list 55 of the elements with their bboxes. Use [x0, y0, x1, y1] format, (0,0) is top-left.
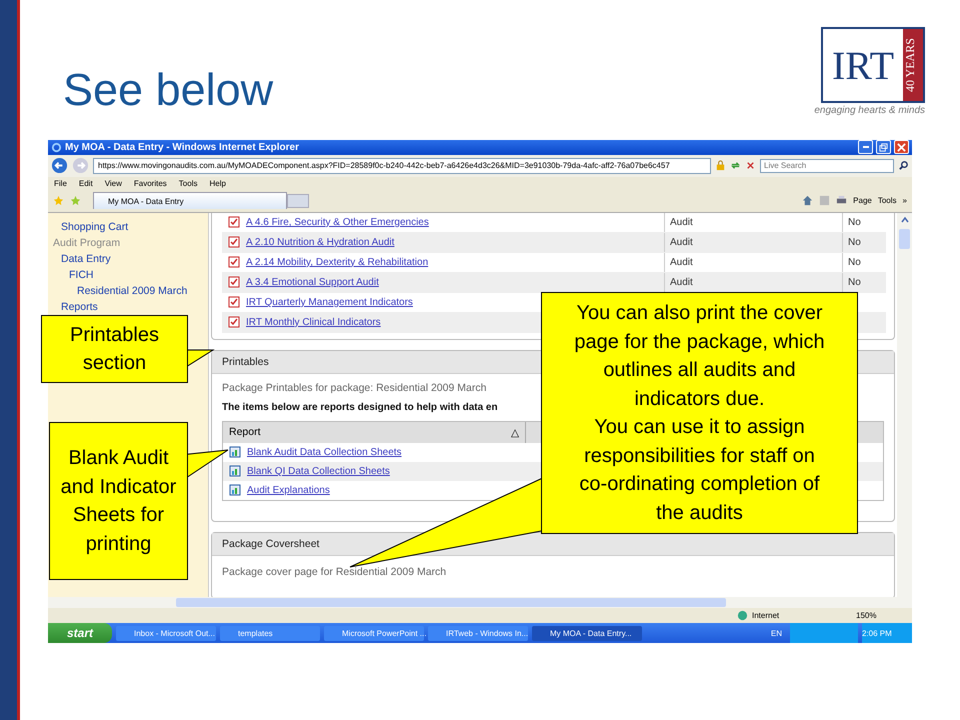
audit-link[interactable]: IRT Quarterly Management Indicators: [246, 296, 413, 308]
menu-item[interactable]: Favorites: [134, 178, 167, 188]
taskbar-button[interactable]: My MOA - Data Entry...: [532, 626, 642, 640]
report-link[interactable]: Audit Explanations: [247, 484, 330, 496]
taskbar-button[interactable]: templates: [220, 626, 320, 640]
menu-item[interactable]: Help: [209, 178, 226, 188]
audit-link[interactable]: A 2.10 Nutrition & Hydration Audit: [246, 236, 394, 248]
table-cell: Audit: [670, 216, 693, 228]
sidebar-link[interactable]: Data Entry: [48, 252, 208, 266]
table-cell: No: [848, 256, 861, 268]
toolbar-button[interactable]: »: [902, 196, 907, 206]
logo-tagline: engaging hearts & minds: [814, 105, 925, 116]
sidebar-link[interactable]: Reports: [48, 300, 208, 314]
sidebar-link[interactable]: Residential 2009 March: [48, 284, 208, 298]
table-cell: No: [848, 236, 861, 248]
toolbar-button[interactable]: Tools: [878, 196, 897, 206]
sidebar-heading: Audit Program: [52, 236, 122, 250]
sidebar-link[interactable]: FICH: [48, 268, 208, 282]
clock: 2:06 PM: [862, 623, 912, 643]
table-cell: No: [848, 276, 861, 288]
table-cell: Audit: [670, 236, 693, 248]
taskbar-button[interactable]: IRTweb - Windows In...: [428, 626, 528, 640]
taskbar-button[interactable]: Microsoft PowerPoint ...: [324, 626, 424, 640]
toolbar-button[interactable]: Page: [853, 196, 872, 206]
taskbar-button[interactable]: Inbox - Microsoft Out...: [116, 626, 216, 640]
sidebar-link[interactable]: Shopping Cart: [48, 220, 208, 234]
menu-item[interactable]: Tools: [178, 178, 198, 188]
language-indicator[interactable]: EN: [766, 628, 786, 638]
window-title: My MOA - Data Entry - Windows Internet Explorer: [65, 142, 300, 153]
menu-item[interactable]: View: [104, 178, 122, 188]
callout: Blank Audit and Indicator Sheets for printing: [49, 422, 188, 580]
report-link[interactable]: Blank Audit Data Collection Sheets: [247, 446, 402, 458]
callout: You can also print the cover page for the package, which outlines all audits and indicators due. You can use it to assign responsibilities for staff on co-ordinating completion of the audits: [541, 292, 858, 534]
address-field[interactable]: https://www.movingonaudits.com.au/MyMOADEComponent.aspx?FID=28589f0c-b240-442c-beb7-a6426e4d3c26&MID=3e91030b-79da-4afc-aff2-76a07be6c457: [93, 158, 711, 174]
browser-tab[interactable]: My MOA - Data Entry: [93, 192, 287, 210]
security-zone: Internet: [752, 611, 780, 620]
audit-link[interactable]: A 4.6 Fire, Security & Other Emergencies: [246, 216, 429, 228]
table-cell: No: [848, 216, 861, 228]
search-field[interactable]: Live Search: [760, 158, 894, 173]
section-note: The items below are reports designed to help with data en: [222, 402, 499, 413]
menu-item[interactable]: Edit: [78, 178, 93, 188]
audit-link[interactable]: A 2.14 Mobility, Dexterity & Rehabilitation: [246, 256, 428, 268]
logo: IRT 40 YEARS: [821, 27, 925, 103]
audit-link[interactable]: IRT Monthly Clinical Indicators: [246, 316, 381, 328]
audit-link[interactable]: A 3.4 Emotional Support Audit: [246, 276, 379, 288]
section-subtitle: Package Printables for package: Residential 2009 March: [222, 382, 488, 394]
table-cell: Audit: [670, 256, 693, 268]
report-link[interactable]: Blank QI Data Collection Sheets: [247, 466, 390, 477]
column-header[interactable]: Report △: [223, 422, 525, 443]
callout: Printables section: [41, 315, 188, 383]
zoom-level[interactable]: 150%: [856, 611, 906, 620]
table-cell: Audit: [670, 276, 693, 288]
slide-title: See below: [63, 63, 274, 117]
section-text: Package cover page for Residential 2009 March: [222, 566, 448, 578]
menu-item[interactable]: File: [54, 178, 67, 188]
